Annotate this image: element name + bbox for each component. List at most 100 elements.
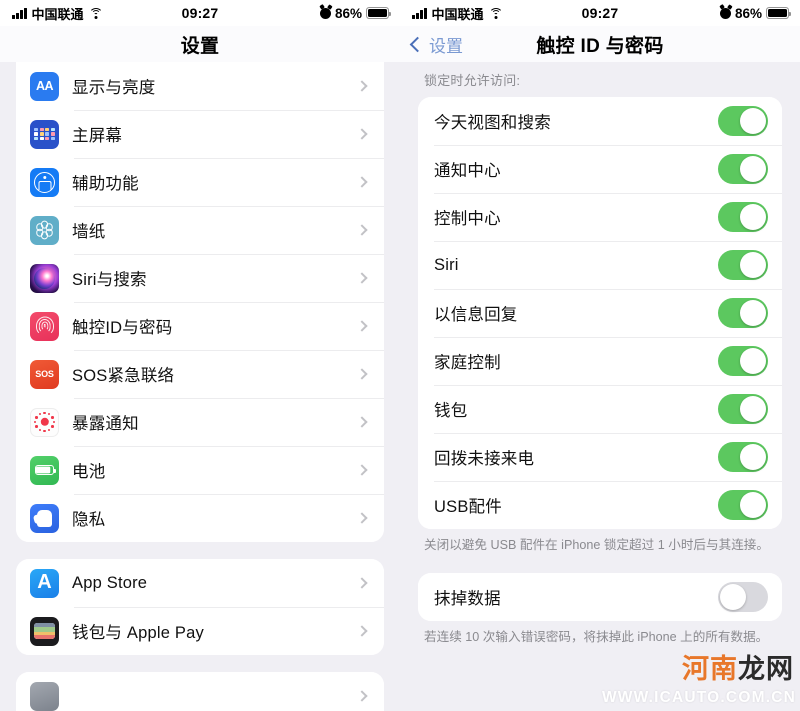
toggle-row-label: 今天视图和搜索 <box>434 114 551 132</box>
sidebar-item-app-store[interactable]: A App Store <box>16 559 384 607</box>
sidebar-item-wallpaper[interactable]: 墙纸 <box>16 206 384 254</box>
toggle-switch[interactable] <box>718 250 768 280</box>
sidebar-item-label: 触控ID与密码 <box>72 319 173 337</box>
emergency-sos-icon: SOS <box>30 359 59 389</box>
toggle-switch[interactable] <box>718 581 768 612</box>
toggle-row-wallet[interactable]: 钱包 <box>418 385 782 433</box>
wallet-apple-pay-icon <box>30 616 59 646</box>
chevron-right-icon <box>356 176 368 188</box>
toggle-switch[interactable] <box>718 154 768 184</box>
sidebar-item-label: 墙纸 <box>72 223 106 241</box>
chevron-right-icon <box>356 625 368 637</box>
sidebar-item-label: 暴露通知 <box>72 415 139 433</box>
sidebar-item-label: 隐私 <box>72 511 106 529</box>
signal-bars-icon <box>12 7 27 19</box>
watermark-brand-dark: 龙网 <box>738 654 794 684</box>
status-bar-right-cluster: 86% <box>319 6 392 21</box>
usb-accessories-footnote: 关闭以避免 USB 配件在 iPhone 锁定超过 1 小时后与其连接。 <box>424 538 769 552</box>
wifi-icon <box>488 7 503 19</box>
toggle-switch[interactable] <box>718 202 768 232</box>
touch-id-passcode-icon <box>30 311 59 341</box>
allow-access-section-header: 锁定时允许访问: <box>424 73 521 88</box>
right-pane-touch-id-passcode: 中国联通 09:27 86% 设置 触控 ID 与密码 锁定时允许访问: 今天视… <box>400 0 800 711</box>
toggle-row-label: 以信息回复 <box>434 306 518 324</box>
sidebar-item-siri-search[interactable]: Siri与搜索 <box>16 254 384 302</box>
sidebar-item-privacy[interactable]: 隐私 <box>16 494 384 542</box>
settings-row-icon <box>30 681 59 711</box>
toggle-row-notification-center[interactable]: 通知中心 <box>418 145 782 193</box>
allow-access-toggle-group: 今天视图和搜索 通知中心 控制中心 Siri 以信息回复 家庭控制 钱包 回拨未… <box>418 97 782 529</box>
sidebar-item-label: 钱包与 Apple Pay <box>72 624 204 642</box>
sidebar-item-wallet-apple-pay[interactable]: 钱包与 Apple Pay <box>16 607 384 655</box>
toggle-row-label: 回拨未接来电 <box>434 450 535 468</box>
status-bar-right-cluster: 86% <box>719 6 792 21</box>
status-bar-right: 中国联通 09:27 86% <box>400 0 800 26</box>
settings-group-primary: AA 显示与亮度 主屏幕 辅助功能 墙纸 Siri与搜索 触控ID与密码 SOS… <box>16 62 384 542</box>
sidebar-item-label: App Store <box>72 573 148 592</box>
sidebar-item-home-screen[interactable]: 主屏幕 <box>16 110 384 158</box>
chevron-right-icon <box>356 416 368 428</box>
toggle-row-home-control[interactable]: 家庭控制 <box>418 337 782 385</box>
siri-search-icon <box>30 263 59 293</box>
toggle-knob <box>739 203 767 231</box>
chevron-right-icon <box>356 464 368 476</box>
back-button-label: 设置 <box>429 36 463 56</box>
toggle-row-erase-data[interactable]: 抹掉数据 <box>418 572 782 621</box>
toggle-switch[interactable] <box>718 298 768 328</box>
sidebar-item-emergency-sos[interactable]: SOS SOS紧急联络 <box>16 350 384 398</box>
right-nav-bar: 设置 触控 ID 与密码 <box>400 26 800 62</box>
toggle-knob <box>739 299 767 327</box>
watermark-brand: 河南龙网 <box>682 656 794 683</box>
signal-bars-icon <box>412 7 427 19</box>
toggle-switch[interactable] <box>718 490 768 520</box>
status-bar-left: 中国联通 09:27 86% <box>0 0 400 26</box>
sidebar-item-display-brightness[interactable]: AA 显示与亮度 <box>16 62 384 110</box>
toggle-switch[interactable] <box>718 106 768 136</box>
chevron-right-icon <box>356 272 368 284</box>
sidebar-item-label: 辅助功能 <box>72 175 139 193</box>
toggle-row-return-missed-calls[interactable]: 回拨未接来电 <box>418 433 782 481</box>
toggle-knob <box>739 443 767 471</box>
toggle-row-usb-accessories[interactable]: USB配件 <box>418 481 782 529</box>
alarm-clock-icon <box>319 7 331 19</box>
toggle-knob <box>739 395 767 423</box>
toggle-row-reply-with-message[interactable]: 以信息回复 <box>418 289 782 337</box>
erase-data-footnote: 若连续 10 次输入错误密码，将抹掉此 iPhone 上的所有数据。 <box>424 629 769 644</box>
sidebar-item-partial[interactable] <box>16 672 384 711</box>
toggle-switch[interactable] <box>718 394 768 424</box>
watermark-brand-orange: 河南 <box>682 654 738 684</box>
toggle-knob <box>739 347 767 375</box>
chevron-left-icon <box>409 36 426 52</box>
right-scroll-content[interactable]: 锁定时允许访问: 今天视图和搜索 通知中心 控制中心 Siri 以信息回复 家庭… <box>400 62 800 711</box>
left-page-title: 设置 <box>180 35 220 57</box>
carrier-label: 中国联通 <box>31 6 84 22</box>
exposure-notification-icon <box>30 407 59 437</box>
sidebar-item-touch-id-passcode[interactable]: 触控ID与密码 <box>16 302 384 350</box>
home-screen-icon <box>30 119 59 149</box>
toggle-row-siri[interactable]: Siri <box>418 241 782 289</box>
toggle-knob <box>739 251 767 279</box>
toggle-row-label: 钱包 <box>434 402 468 420</box>
toggle-row-today-view-search[interactable]: 今天视图和搜索 <box>418 97 782 145</box>
toggle-knob <box>739 107 767 135</box>
back-button[interactable]: 设置 <box>409 32 463 57</box>
sidebar-item-accessibility[interactable]: 辅助功能 <box>16 158 384 206</box>
chevron-right-icon <box>356 512 368 524</box>
sidebar-item-label: 显示与亮度 <box>72 79 156 97</box>
toggle-switch[interactable] <box>718 346 768 376</box>
battery-icon <box>366 7 392 19</box>
settings-group-store: A App Store 钱包与 Apple Pay <box>16 559 384 655</box>
toggle-row-control-center[interactable]: 控制中心 <box>418 193 782 241</box>
sidebar-item-label: 电池 <box>72 463 106 481</box>
wallpaper-icon <box>30 215 59 245</box>
toggle-row-label: 控制中心 <box>434 210 501 228</box>
wifi-icon <box>88 7 103 19</box>
toggle-switch[interactable] <box>718 442 768 472</box>
sidebar-item-label: Siri与搜索 <box>72 271 147 289</box>
sidebar-item-battery[interactable]: 电池 <box>16 446 384 494</box>
toggle-row-label: USB配件 <box>434 498 502 516</box>
chevron-right-icon <box>356 320 368 332</box>
sidebar-item-exposure-notification[interactable]: 暴露通知 <box>16 398 384 446</box>
left-scroll-content[interactable]: AA 显示与亮度 主屏幕 辅助功能 墙纸 Siri与搜索 触控ID与密码 SOS… <box>0 62 400 711</box>
